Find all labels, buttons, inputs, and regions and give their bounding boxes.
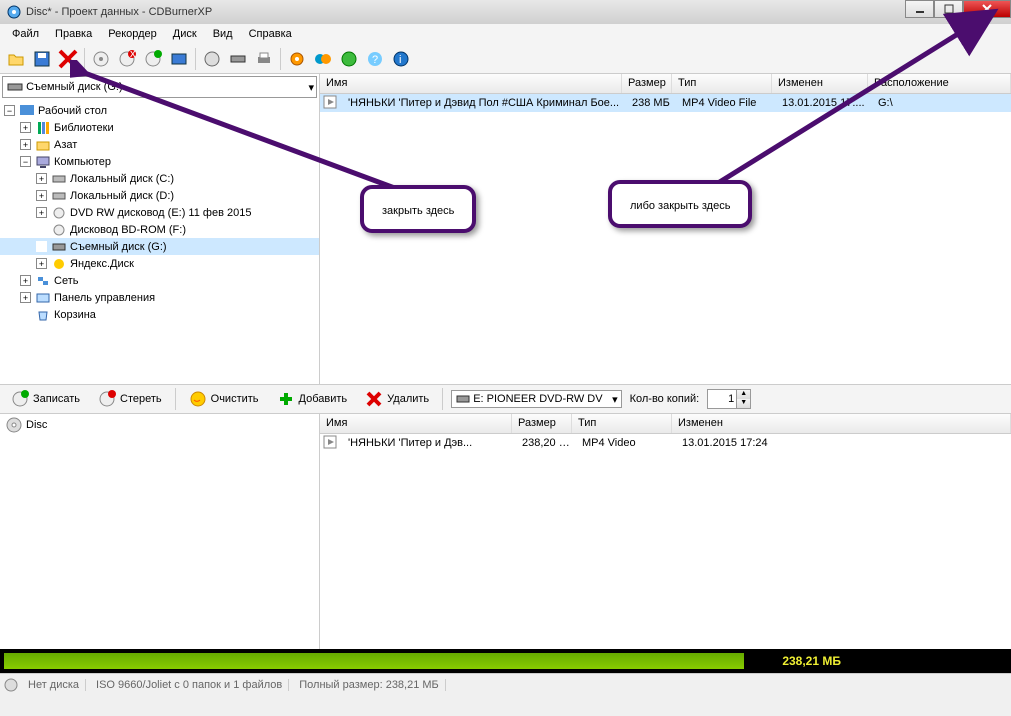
comp-col-type[interactable]: Тип xyxy=(572,414,672,433)
size-progress-label: 238,21 МБ xyxy=(782,654,841,668)
copies-label: Кол-во копий: xyxy=(630,393,700,405)
drive-combobox[interactable]: Съемный диск (G:) ▾ xyxy=(2,76,317,98)
help-icon[interactable]: ? xyxy=(363,47,387,71)
compilation-file-row[interactable]: 'НЯНЬКИ 'Питер и Дэв... 238,20 МБ MP4 Vi… xyxy=(320,434,1011,452)
callout-or-close-here: либо закрыть здесь xyxy=(608,180,752,228)
tree-computer[interactable]: −Компьютер xyxy=(0,153,319,170)
disc-icon[interactable] xyxy=(167,47,191,71)
drive-combobox-label: Съемный диск (G:) xyxy=(26,81,123,93)
menu-edit[interactable]: Правка xyxy=(47,26,100,42)
app-icon xyxy=(6,4,22,20)
compilation-tree[interactable]: Disc xyxy=(0,414,320,649)
tree-user[interactable]: +Азат xyxy=(0,136,319,153)
refresh-disc-icon[interactable] xyxy=(141,47,165,71)
col-size[interactable]: Размер xyxy=(622,74,672,93)
close-project-icon[interactable] xyxy=(56,47,80,71)
col-type[interactable]: Тип xyxy=(672,74,772,93)
action-bar: Записать Стереть Очистить Добавить Удали… xyxy=(0,384,1011,414)
tree-libraries[interactable]: +Библиотеки xyxy=(0,119,319,136)
svg-text:?: ? xyxy=(372,54,378,66)
toolbar: x ? i xyxy=(0,44,1011,74)
burn-disc-icon[interactable] xyxy=(89,47,113,71)
statusbar: Нет диска ISO 9660/Joliet с 0 папок и 1 … xyxy=(0,673,1011,695)
burn-button[interactable]: Записать xyxy=(6,387,85,411)
chevron-down-icon: ▾ xyxy=(612,393,618,406)
menu-disc[interactable]: Диск xyxy=(165,26,205,42)
comp-col-modified[interactable]: Изменен xyxy=(672,414,1011,433)
info-icon[interactable]: i xyxy=(389,47,413,71)
svg-text:x: x xyxy=(130,50,136,60)
open-icon[interactable] xyxy=(4,47,28,71)
add-button[interactable]: Добавить xyxy=(272,387,353,411)
save-icon[interactable] xyxy=(30,47,54,71)
source-list-body[interactable]: 'НЯНЬКИ 'Питер и Дэвид Пол #США Криминал… xyxy=(320,94,1011,384)
minimize-button[interactable] xyxy=(905,0,934,18)
compilation-list-body[interactable]: 'НЯНЬКИ 'Питер и Дэв... 238,20 МБ MP4 Vi… xyxy=(320,434,1011,649)
disc-status-icon xyxy=(4,678,18,692)
step-down-icon[interactable]: ▼ xyxy=(736,399,750,408)
tree-local-c[interactable]: +Локальный диск (C:) xyxy=(0,170,319,187)
clear-button[interactable]: Очистить xyxy=(184,387,264,411)
removable-drive-icon xyxy=(7,81,23,93)
compilation-columns: Имя Размер Тип Изменен xyxy=(320,414,1011,434)
target-drive-select[interactable]: E: PIONEER DVD-RW DV ▾ xyxy=(451,390,621,408)
disc-root[interactable]: Disc xyxy=(0,414,319,436)
window-title: Disc* - Проект данных - CDBurnerXP xyxy=(26,6,212,18)
menu-view[interactable]: Вид xyxy=(205,26,241,42)
status-fs: ISO 9660/Joliet с 0 папок и 1 файлов xyxy=(90,679,289,691)
drive-icon[interactable] xyxy=(226,47,250,71)
col-location[interactable]: Расположение xyxy=(868,74,1011,93)
video-file-icon xyxy=(323,95,339,111)
tree-controlpanel[interactable]: +Панель управления xyxy=(0,289,319,306)
erase-button[interactable]: Стереть xyxy=(93,387,167,411)
source-file-row[interactable]: 'НЯНЬКИ 'Питер и Дэвид Пол #США Криминал… xyxy=(320,94,1011,112)
tree-local-d[interactable]: +Локальный диск (D:) xyxy=(0,187,319,204)
copies-input[interactable] xyxy=(708,393,736,405)
window-buttons xyxy=(905,0,1011,18)
col-modified[interactable]: Изменен xyxy=(772,74,868,93)
size-progress-bar: 238,21 МБ xyxy=(0,649,1011,673)
globe-icon[interactable] xyxy=(337,47,361,71)
tree-dvdrw[interactable]: +DVD RW дисковод (E:) 11 фев 2015 xyxy=(0,204,319,221)
comp-col-name[interactable]: Имя xyxy=(320,414,512,433)
disc-icon xyxy=(6,417,22,433)
menu-help[interactable]: Справка xyxy=(241,26,300,42)
erase-disc-icon[interactable]: x xyxy=(115,47,139,71)
tree-bdrom[interactable]: Дисковод BD-ROM (F:) xyxy=(0,221,319,238)
tree-network[interactable]: +Сеть xyxy=(0,272,319,289)
menu-recorder[interactable]: Рекордер xyxy=(100,26,165,42)
dropdown-icon: ▾ xyxy=(308,81,314,94)
maximize-button[interactable] xyxy=(934,0,963,18)
folder-tree-pane: Съемный диск (G:) ▾ −Рабочий стол +Библи… xyxy=(0,74,320,384)
lower-split: Disc Имя Размер Тип Изменен 'НЯНЬКИ 'Пит… xyxy=(0,414,1011,649)
svg-text:i: i xyxy=(399,54,401,66)
gear-icon[interactable] xyxy=(285,47,309,71)
tree-removable-g[interactable]: Съемный диск (G:) xyxy=(0,238,319,255)
upper-split: Съемный диск (G:) ▾ −Рабочий стол +Библи… xyxy=(0,74,1011,384)
callout-close-here: закрыть здесь xyxy=(360,185,476,233)
tree-desktop[interactable]: −Рабочий стол xyxy=(0,102,319,119)
titlebar: Disc* - Проект данных - CDBurnerXP xyxy=(0,0,1011,24)
print-icon[interactable] xyxy=(252,47,276,71)
col-name[interactable]: Имя xyxy=(320,74,622,93)
source-columns: Имя Размер Тип Изменен Расположение xyxy=(320,74,1011,94)
status-nodisc: Нет диска xyxy=(22,679,86,691)
comp-col-size[interactable]: Размер xyxy=(512,414,572,433)
copies-stepper[interactable]: ▲ ▼ xyxy=(707,389,751,409)
folder-tree[interactable]: −Рабочий стол +Библиотеки +Азат −Компьют… xyxy=(0,100,319,384)
convert-icon[interactable] xyxy=(311,47,335,71)
video-file-icon xyxy=(323,435,339,451)
compilation-file-list: Имя Размер Тип Изменен 'НЯНЬКИ 'Питер и … xyxy=(320,414,1011,649)
step-up-icon[interactable]: ▲ xyxy=(736,390,750,399)
close-button[interactable] xyxy=(963,0,1011,18)
size-progress-fill xyxy=(4,653,744,669)
eject-icon[interactable] xyxy=(200,47,224,71)
status-total: Полный размер: 238,21 МБ xyxy=(293,679,446,691)
tree-yadisk[interactable]: +Яндекс.Диск xyxy=(0,255,319,272)
delete-button[interactable]: Удалить xyxy=(360,387,434,411)
menubar: Файл Правка Рекордер Диск Вид Справка xyxy=(0,24,1011,44)
tree-recycle[interactable]: Корзина xyxy=(0,306,319,323)
menu-file[interactable]: Файл xyxy=(4,26,47,42)
